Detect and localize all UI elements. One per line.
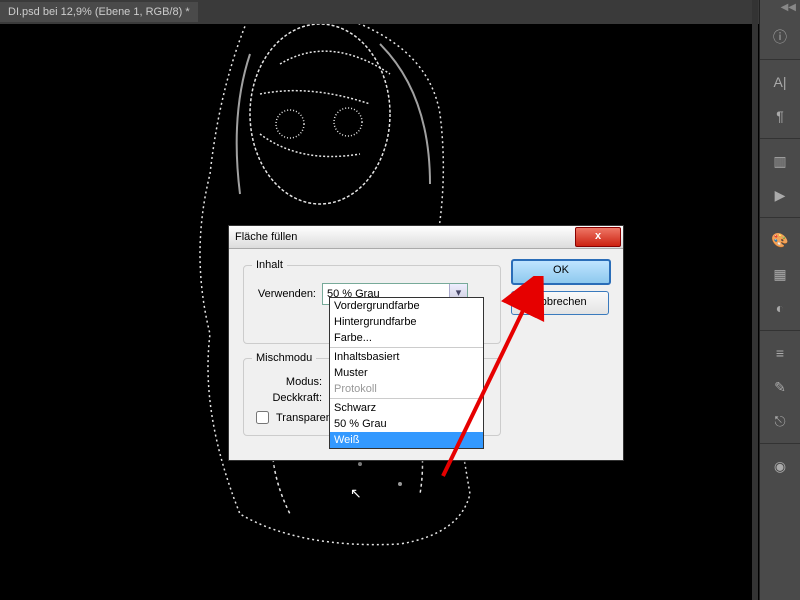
character-icon[interactable]: A| [768,70,792,94]
cursor-icon: ↖ [350,485,362,502]
clone-icon[interactable]: ◉ [768,454,792,478]
option-foreground[interactable]: Vordergrundfarbe [330,298,483,314]
document-tab-bar: DI.psd bei 12,9% (Ebene 1, RGB/8) * [0,0,800,24]
fill-dialog: Fläche füllen x OK Abbrechen Inhalt Verw… [228,225,624,461]
transparency-checkbox[interactable] [256,411,269,424]
palette-icon[interactable]: 🎨 [768,228,792,252]
opacity-label: Deckkraft: [252,392,322,404]
histogram-icon[interactable]: ▥ [768,149,792,173]
option-black[interactable]: Schwarz [330,400,483,416]
option-content-aware[interactable]: Inhaltsbasiert [330,349,483,365]
dialog-titlebar[interactable]: Fläche füllen x [229,226,623,249]
ok-button[interactable]: OK [511,259,611,285]
info-icon[interactable]: ⓘ [768,25,792,49]
option-pattern[interactable]: Muster [330,365,483,381]
cancel-button[interactable]: Abbrechen [511,291,609,315]
photoshop-window: DI.psd bei 12,9% (Ebene 1, RGB/8) * ◀◀ ⓘ… [0,0,800,600]
right-panel: ◀◀ ⓘ A| ¶ ▥ ▶ 🎨 ▦ ◐ ≡ ✎ ⎋ ◉ [759,0,800,600]
dialog-title: Fläche füllen [235,231,297,243]
adjustments-icon[interactable]: ◐ [768,296,792,320]
layers-icon[interactable]: ≡ [768,341,792,365]
paragraph-icon[interactable]: ¶ [768,104,792,128]
play-icon[interactable]: ▶ [768,183,792,207]
tool-icon[interactable]: ⎋ [768,409,792,433]
use-dropdown-list: Vordergrundfarbe Hintergrundfarbe Farbe.… [329,297,484,449]
option-history: Protokoll [330,381,483,397]
close-icon[interactable]: x [575,227,621,247]
option-50-gray[interactable]: 50 % Grau [330,416,483,432]
dock-divider [752,0,758,600]
content-legend: Inhalt [252,259,287,271]
option-background[interactable]: Hintergrundfarbe [330,314,483,330]
document-tab[interactable]: DI.psd bei 12,9% (Ebene 1, RGB/8) * [0,2,198,22]
option-color[interactable]: Farbe... [330,330,483,346]
transparency-label: Transparen [276,412,332,424]
blend-legend: Mischmodu [252,352,316,364]
use-label: Verwenden: [252,288,316,300]
swatches-icon[interactable]: ▦ [768,262,792,286]
mode-label: Modus: [252,376,322,388]
brush-icon[interactable]: ✎ [768,375,792,399]
option-white[interactable]: Weiß [330,432,483,448]
